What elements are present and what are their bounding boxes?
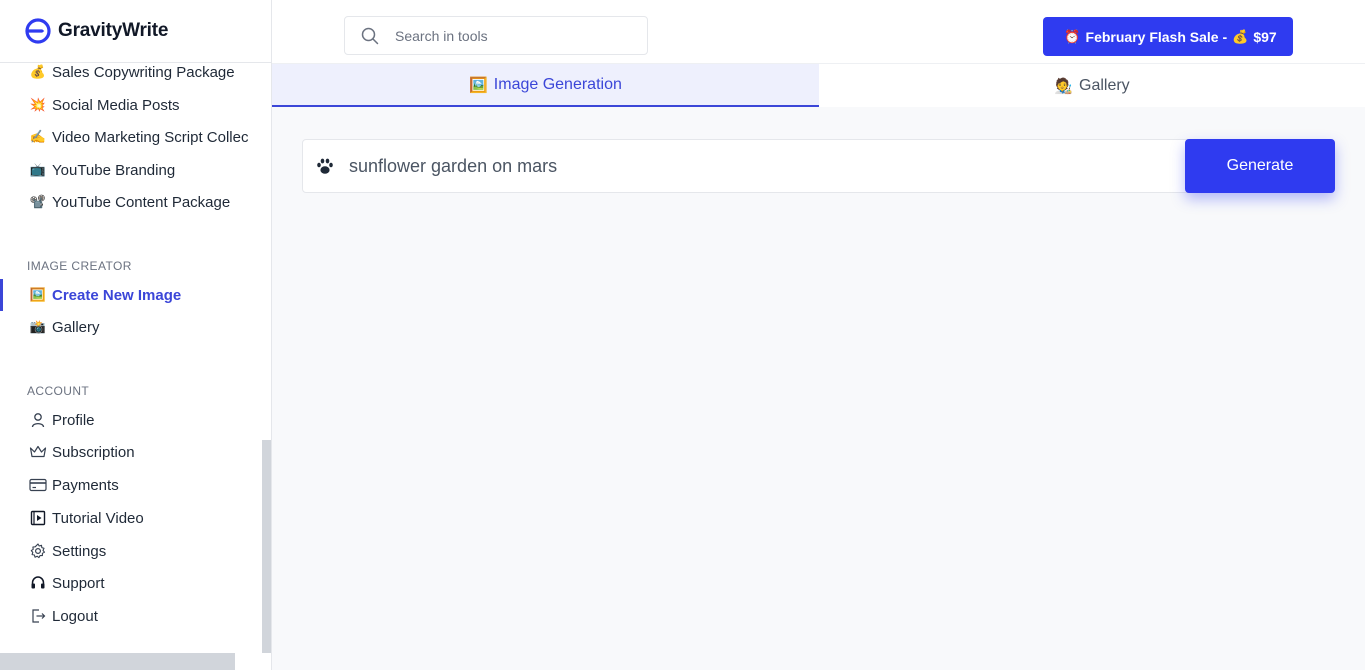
tab-label: Image Generation	[493, 75, 622, 93]
logo-bar[interactable]: GravityWrite	[0, 0, 271, 63]
tab-label: Gallery	[1079, 76, 1130, 94]
television-icon: 📺	[29, 162, 47, 177]
section-label-image-creator: IMAGE CREATOR	[27, 259, 132, 273]
sidebar-item-label: Settings	[52, 542, 107, 560]
brand-name: GravityWrite	[58, 20, 169, 41]
sidebar-item-logout[interactable]: Logout	[0, 600, 262, 632]
sidebar-horizontal-scrollbar[interactable]	[0, 653, 235, 670]
money-bag-icon: 💰	[1232, 28, 1249, 44]
sidebar-item-label: Gallery	[52, 318, 100, 336]
sidebar-item-label: Logout	[52, 607, 98, 625]
sidebar-item-label: Sales Copywriting Package	[52, 63, 235, 81]
gear-icon	[29, 542, 47, 560]
sidebar: GravityWrite 💰 Sales Copywriting Package…	[0, 0, 272, 670]
sidebar-item-social-media-posts[interactable]: 💥 Social Media Posts	[0, 89, 262, 121]
alarm-clock-icon: ⏰	[1064, 28, 1081, 44]
search-icon	[361, 27, 379, 44]
sidebar-item-settings[interactable]: Settings	[0, 535, 262, 567]
sidebar-item-label: YouTube Branding	[52, 161, 176, 179]
sidebar-item-label: YouTube Content Package	[52, 193, 231, 211]
sidebar-item-payments[interactable]: Payments	[0, 469, 262, 501]
sidebar-item-subscription[interactable]: Subscription	[0, 436, 262, 468]
sidebar-item-video-marketing-script[interactable]: ✍️ Video Marketing Script Collec	[0, 121, 262, 153]
flash-sale-label: February Flash Sale -	[1085, 28, 1228, 45]
sidebar-item-profile[interactable]: Profile	[0, 404, 262, 436]
writing-hand-icon: ✍️	[29, 129, 47, 144]
sidebar-item-label: Tutorial Video	[52, 509, 144, 527]
search-box[interactable]	[344, 16, 648, 55]
gravitywrite-logo-icon	[25, 18, 51, 44]
sidebar-item-support[interactable]: Support	[0, 567, 262, 599]
prompt-input[interactable]	[349, 155, 1169, 177]
framed-picture-icon: 🖼️	[469, 76, 488, 94]
logout-icon	[29, 607, 47, 625]
search-input[interactable]	[395, 27, 615, 44]
artist-icon: 🧑‍🎨	[1054, 77, 1073, 95]
film-projector-icon: 📽️	[29, 194, 47, 209]
money-bag-icon: 💰	[29, 64, 47, 79]
credit-card-icon	[29, 476, 47, 494]
sidebar-item-label: Video Marketing Script Collec	[52, 128, 249, 146]
sidebar-vertical-scrollbar[interactable]	[262, 440, 271, 653]
tab-image-generation[interactable]: 🖼️ Image Generation	[272, 64, 819, 107]
generate-button[interactable]: Generate	[1185, 139, 1335, 193]
flash-sale-price: $97	[1253, 28, 1277, 45]
flash-sale-button[interactable]: ⏰ February Flash Sale - 💰 $97	[1043, 17, 1293, 56]
sidebar-item-youtube-content-package[interactable]: 📽️ YouTube Content Package	[0, 186, 262, 218]
prompt-bar	[302, 139, 1335, 193]
sidebar-item-gallery[interactable]: 📸 Gallery	[0, 311, 262, 343]
sidebar-item-create-new-image[interactable]: 🖼️ Create New Image	[0, 279, 262, 311]
video-play-icon	[29, 509, 47, 527]
active-indicator	[0, 279, 3, 311]
tab-gallery[interactable]: 🧑‍🎨 Gallery	[819, 64, 1365, 107]
sidebar-item-label: Support	[52, 574, 105, 592]
sidebar-item-youtube-branding[interactable]: 📺 YouTube Branding	[0, 154, 262, 186]
tab-bar: 🖼️ Image Generation 🧑‍🎨 Gallery	[272, 64, 1365, 107]
sidebar-item-label: Profile	[52, 411, 95, 429]
sidebar-item-tutorial-video[interactable]: Tutorial Video	[0, 502, 262, 534]
top-header: ⏰ February Flash Sale - 💰 $97	[272, 0, 1365, 64]
headset-icon	[29, 574, 47, 592]
paw-icon	[315, 156, 335, 176]
sidebar-item-sales-copywriting[interactable]: 💰 Sales Copywriting Package	[0, 56, 262, 88]
section-label-account: ACCOUNT	[27, 384, 90, 398]
camera-flash-icon: 📸	[29, 319, 47, 334]
sidebar-item-label: Social Media Posts	[52, 96, 180, 114]
sidebar-item-label: Subscription	[52, 443, 135, 461]
sidebar-item-label: Create New Image	[52, 286, 182, 304]
user-icon	[29, 411, 47, 429]
sidebar-item-label: Payments	[52, 476, 119, 494]
framed-picture-icon: 🖼️	[29, 287, 47, 302]
crown-icon	[29, 443, 47, 461]
explosion-icon: 💥	[29, 97, 47, 112]
